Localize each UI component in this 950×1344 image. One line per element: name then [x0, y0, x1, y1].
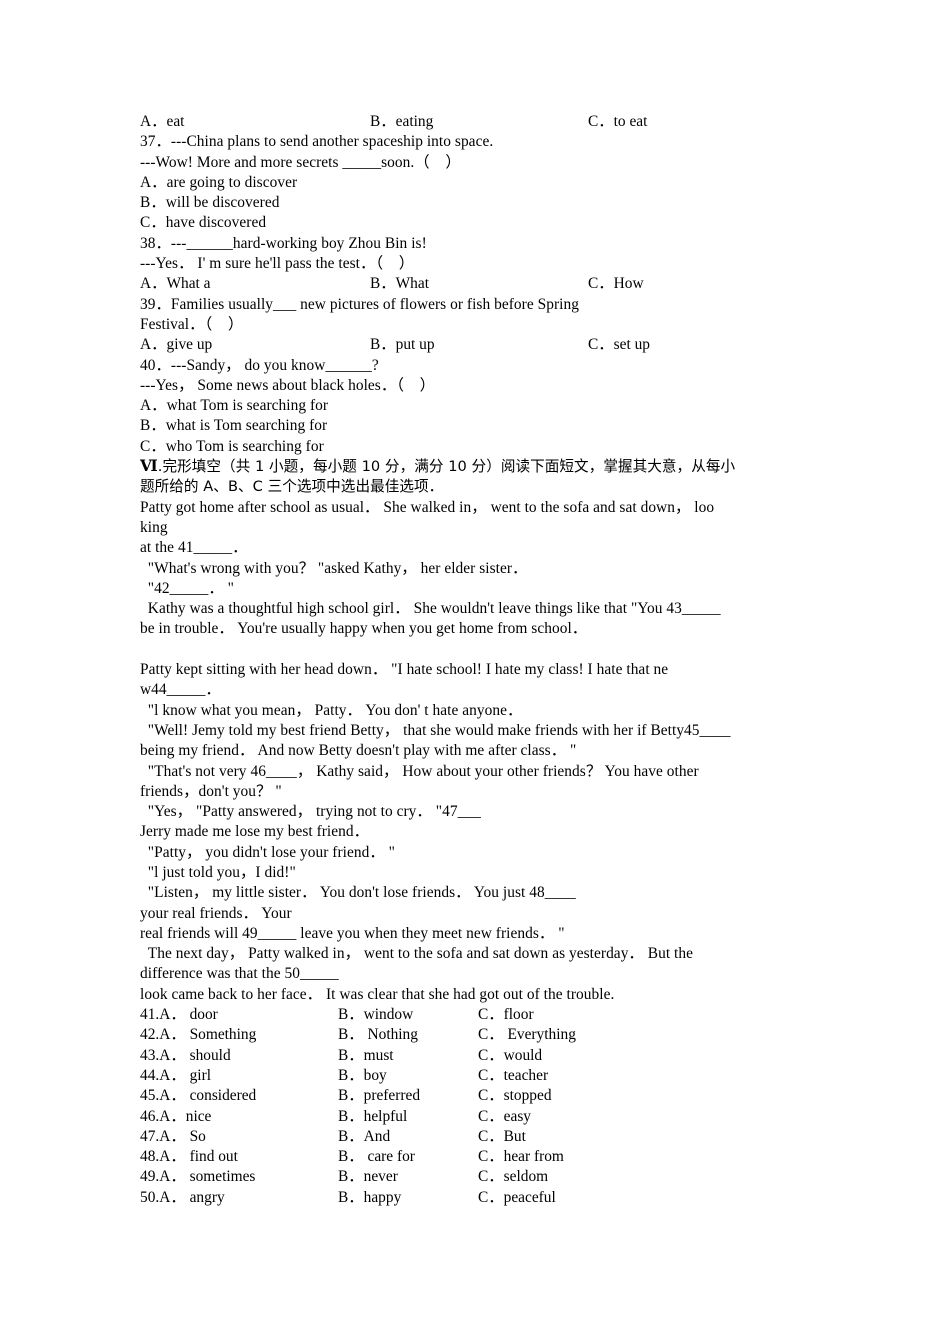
- question-37-stem-line2: ---Wow! More and more secrets _____soon.…: [140, 153, 461, 171]
- question-37-stem: 37．---China plans to send another spaces…: [140, 133, 494, 151]
- answer-option-a[interactable]: 42.A． Something: [140, 1025, 256, 1045]
- passage-line: difference was that the 50_____: [140, 965, 339, 983]
- passage-line: "That's not very 46____， Kathy said， How…: [140, 762, 699, 780]
- choice-c: C．How: [588, 275, 644, 293]
- answer-option-c[interactable]: C．hear from: [478, 1147, 564, 1167]
- question-40-choice-b: B．what is Tom searching for: [140, 417, 328, 435]
- answer-option-row: 41.A． door B．window C．floor: [140, 1005, 820, 1025]
- passage-blank-line: [140, 640, 820, 660]
- answer-option-row: 48.A． find out B． care for C．hear from: [140, 1147, 820, 1167]
- passage-line: king: [140, 518, 168, 536]
- answer-option-a[interactable]: 43.A． should: [140, 1046, 231, 1066]
- question-37-choice-c: C．have discovered: [140, 214, 267, 232]
- question-37-choice-b: B．will be discovered: [140, 194, 280, 212]
- answer-option-b[interactable]: B．boy: [338, 1066, 387, 1086]
- answer-option-c[interactable]: C．stopped: [478, 1086, 552, 1106]
- passage-line: Patty kept sitting with her head down． "…: [140, 661, 669, 679]
- section-vi-heading-line2: 题所给的 A、B、C 三个选项中选出最佳选项．: [140, 478, 444, 496]
- question-39-stem-line2: Festival．（ ）: [140, 315, 244, 333]
- question-39-choices: A．give up B．put up C．set up: [140, 335, 820, 355]
- choice-a: A．What a: [140, 275, 211, 293]
- passage-line: "42_____． ": [140, 579, 235, 597]
- answer-option-row: 46.A．nice B．helpful C．easy: [140, 1107, 820, 1127]
- choice-c: C．set up: [588, 336, 650, 354]
- passage-line: "Yes， "Patty answered， trying not to cry…: [140, 803, 481, 821]
- passage-line: friends，don't you？ ": [140, 782, 282, 800]
- passage-line: look came back to her face． It was clear…: [140, 985, 615, 1003]
- choice-a: A．eat: [140, 113, 185, 130]
- passage-line: be in trouble． You're usually happy when…: [140, 620, 588, 638]
- answer-option-row: 45.A． considered B．preferred C．stopped: [140, 1086, 820, 1106]
- answer-option-a[interactable]: 45.A． considered: [140, 1086, 256, 1106]
- passage-line: "Patty， you didn't lose your friend． ": [140, 843, 396, 861]
- answer-option-c[interactable]: C． Everything: [478, 1025, 576, 1045]
- section-number: Ⅵ: [140, 458, 158, 476]
- passage-line: at the 41_____．: [140, 539, 248, 557]
- question-40-stem-line2: ---Yes， Some news about black holes．（ ）: [140, 376, 436, 394]
- answer-option-row: 47.A． So B．And C．But: [140, 1127, 820, 1147]
- choice-b: B．put up: [370, 336, 435, 354]
- answer-option-b[interactable]: B． care for: [338, 1147, 415, 1167]
- answer-option-a[interactable]: 48.A． find out: [140, 1147, 238, 1167]
- section-vi-heading-line1: Ⅵ.完形填空（共 1 小题，每小题 10 分，满分 10 分）阅读下面短文，掌握…: [140, 457, 820, 477]
- question-38-stem: 38．---______hard-working boy Zhou Bin is…: [140, 234, 427, 252]
- question-38-stem-line2: ---Yes． I' m sure he'll pass the test．（ …: [140, 255, 415, 273]
- choice-a: A．give up: [140, 336, 213, 354]
- answer-option-c[interactable]: C．would: [478, 1046, 542, 1066]
- choice-b: B．What: [370, 275, 429, 293]
- answer-option-b[interactable]: B．never: [338, 1167, 398, 1187]
- answer-option-c[interactable]: C．peaceful: [478, 1188, 556, 1208]
- passage-line: your real friends． Your: [140, 904, 292, 922]
- passage-line: Patty got home after school as usual． Sh…: [140, 498, 715, 516]
- passage-line: real friends will 49_____ leave you when…: [140, 924, 565, 942]
- passage-line: "l just told you，I did!": [140, 863, 296, 881]
- question-36-choices: A．eat B．eating C．to eat: [140, 112, 820, 132]
- question-38-choices: A．What a B．What C．How: [140, 274, 820, 294]
- answer-option-a[interactable]: 49.A． sometimes: [140, 1167, 255, 1187]
- passage-line: The next day， Patty walked in， went to t…: [140, 945, 694, 963]
- answer-option-b[interactable]: B．helpful: [338, 1107, 407, 1127]
- choice-c: C．to eat: [588, 113, 648, 130]
- answer-option-c[interactable]: C．teacher: [478, 1066, 548, 1086]
- exam-page: A．eat B．eating C．to eat 37．---China plan…: [0, 0, 950, 1344]
- passage-line: Jerry made me lose my best friend．: [140, 823, 370, 841]
- cloze-answer-options: 41.A． door B．window C．floor 42.A． Something…: [140, 1005, 820, 1208]
- cloze-passage: Patty got home after school as usual． Sh…: [140, 498, 820, 1005]
- page-content: A．eat B．eating C．to eat 37．---China plan…: [140, 112, 820, 1208]
- answer-option-a[interactable]: 46.A．nice: [140, 1107, 211, 1127]
- answer-option-b[interactable]: B．And: [338, 1127, 390, 1147]
- choice-b: B．eating: [370, 113, 434, 130]
- answer-option-row: 42.A． Something B． Nothing C． Everything: [140, 1025, 820, 1045]
- answer-option-b[interactable]: B． Nothing: [338, 1025, 418, 1045]
- answer-option-b[interactable]: B．preferred: [338, 1086, 420, 1106]
- answer-option-row: 50.A． angry B．happy C．peaceful: [140, 1188, 820, 1208]
- passage-line: "l know what you mean， Patty． You don' t…: [140, 701, 523, 719]
- passage-line: Kathy was a thoughtful high school girl．…: [140, 600, 721, 618]
- passage-line: "Well! Jemy told my best friend Betty， t…: [140, 721, 731, 739]
- answer-option-a[interactable]: 44.A． girl: [140, 1066, 211, 1086]
- question-40-stem: 40．---Sandy， do you know______?: [140, 356, 379, 374]
- answer-option-c[interactable]: C．But: [478, 1127, 526, 1147]
- question-40-choice-a: A．what Tom is searching for: [140, 397, 329, 415]
- passage-line: w44_____．: [140, 681, 221, 699]
- answer-option-a[interactable]: 50.A． angry: [140, 1188, 225, 1208]
- passage-line: "What's wrong with you？ "asked Kathy， he…: [140, 559, 528, 577]
- section-heading-text: .完形填空（共 1 小题，每小题 10 分，满分 10 分）阅读下面短文，掌握其…: [157, 458, 736, 476]
- answer-option-row: 49.A． sometimes B．never C．seldom: [140, 1167, 820, 1187]
- answer-option-c[interactable]: C．easy: [478, 1107, 531, 1127]
- passage-line: being my friend． And now Betty doesn't p…: [140, 742, 577, 760]
- answer-option-c[interactable]: C．seldom: [478, 1167, 548, 1187]
- answer-option-row: 43.A． should B．must C．would: [140, 1046, 820, 1066]
- question-40-choice-c: C．who Tom is searching for: [140, 437, 324, 455]
- answer-option-a[interactable]: 41.A． door: [140, 1005, 218, 1025]
- answer-option-c[interactable]: C．floor: [478, 1005, 534, 1025]
- question-39-stem: 39．Families usually___ new pictures of f…: [140, 295, 579, 313]
- answer-option-b[interactable]: B．must: [338, 1046, 394, 1066]
- answer-option-b[interactable]: B．happy: [338, 1188, 401, 1208]
- answer-option-b[interactable]: B．window: [338, 1005, 413, 1025]
- answer-option-a[interactable]: 47.A． So: [140, 1127, 206, 1147]
- answer-option-row: 44.A． girl B．boy C．teacher: [140, 1066, 820, 1086]
- question-37-choice-a: A．are going to discover: [140, 173, 298, 191]
- passage-line: "Listen， my little sister． You don't los…: [140, 884, 576, 902]
